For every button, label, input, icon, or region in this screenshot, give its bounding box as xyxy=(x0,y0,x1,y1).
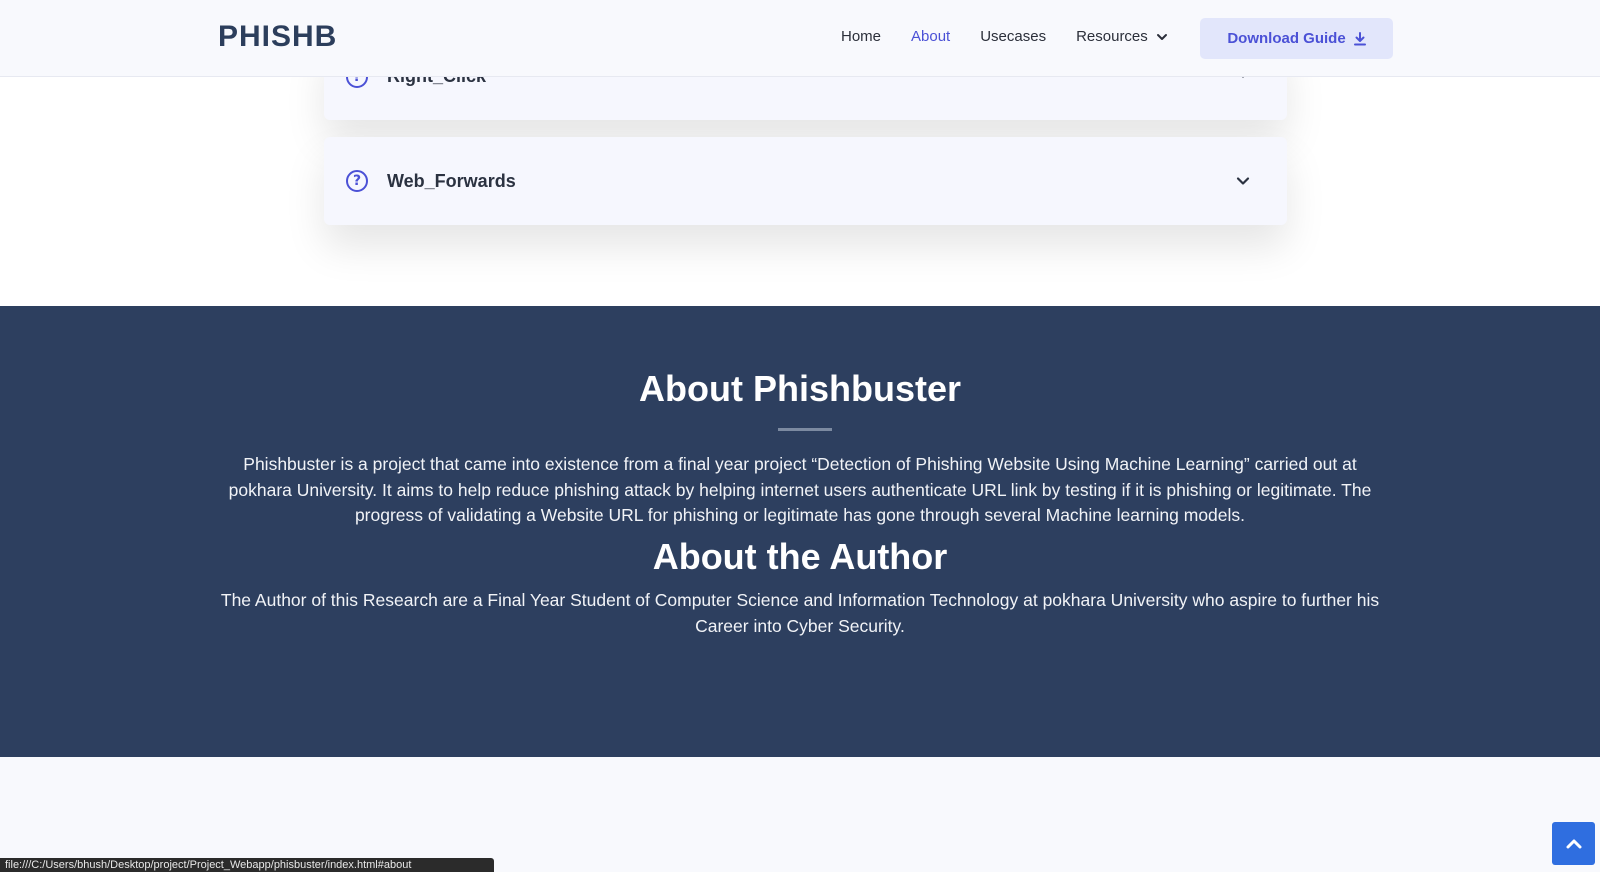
author-title: About the Author xyxy=(652,536,948,577)
back-to-top-button[interactable] xyxy=(1552,822,1595,865)
nav-about-link[interactable]: About xyxy=(911,28,950,45)
about-section: About Phishbuster Phishbuster is a proje… xyxy=(0,306,1600,757)
chevron-down-icon[interactable] xyxy=(1235,173,1251,189)
chevron-down-icon xyxy=(1156,33,1167,40)
main-nav: Home About Usecases Resources xyxy=(841,28,1168,45)
download-guide-label: Download Guide xyxy=(1227,30,1346,47)
download-icon xyxy=(1353,31,1366,45)
site-logo[interactable]: PHISHB xyxy=(218,20,337,54)
site-header: PHISHB Home About Usecases Resources Dow… xyxy=(0,0,1600,77)
author-description: The Author of this Research are a Final … xyxy=(220,590,1380,636)
nav-usecases-link[interactable]: Usecases xyxy=(980,28,1046,45)
nav-resources-label: Resources xyxy=(1076,28,1148,45)
nav-home-link[interactable]: Home xyxy=(841,28,881,45)
title-divider xyxy=(778,428,832,431)
about-description: Phishbuster is a project that came into … xyxy=(228,454,1372,525)
lower-section xyxy=(0,757,1600,872)
browser-status-url: file:///C:/Users/bhush/Desktop/project/P… xyxy=(0,858,494,872)
faq-item-title: Web_Forwards xyxy=(387,171,516,191)
download-guide-button[interactable]: Download Guide xyxy=(1200,18,1393,59)
chevron-up-icon xyxy=(1566,839,1581,848)
about-title: About Phishbuster xyxy=(639,368,961,409)
faq-item-web-forwards[interactable]: ? Web_Forwards xyxy=(324,137,1287,225)
question-circle-icon: ? xyxy=(346,170,368,192)
nav-resources-dropdown[interactable]: Resources xyxy=(1076,28,1168,45)
